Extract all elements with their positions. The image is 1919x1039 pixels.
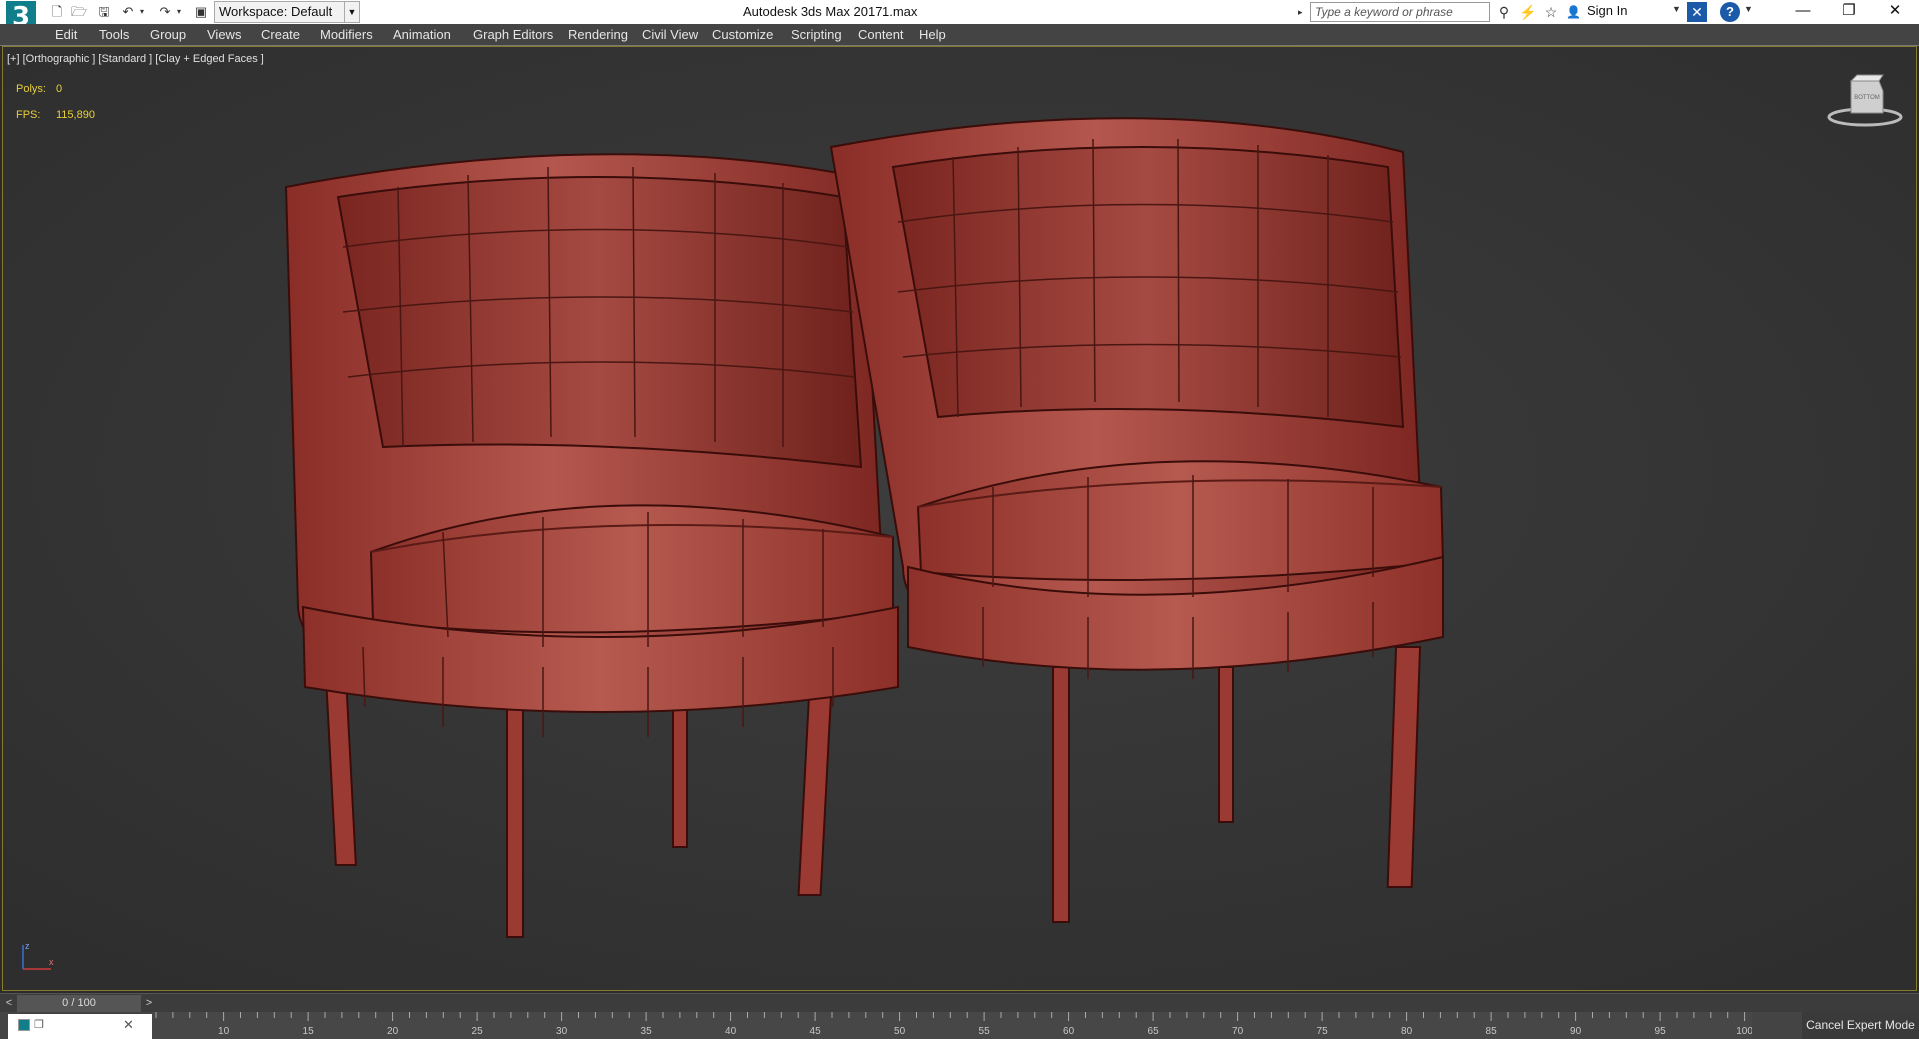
menu-bar: Edit Tools Group Views Create Modifiers …	[0, 24, 1919, 46]
workspace-dropdown[interactable]: Workspace: Default ▼	[214, 1, 360, 23]
ruler-label: 100	[1736, 1026, 1752, 1037]
ruler-label: 80	[1401, 1026, 1413, 1037]
close-mini-icon[interactable]: ✕	[123, 1017, 134, 1033]
app-title: Autodesk 3ds Max 2017	[743, 4, 883, 19]
menu-create[interactable]: Create	[261, 27, 300, 42]
time-slider-next-button[interactable]: >	[142, 995, 156, 1012]
ruler-label: 25	[472, 1026, 484, 1037]
ruler-label: 20	[387, 1026, 399, 1037]
user-icon: 👤	[1566, 5, 1581, 19]
ruler-label: 90	[1570, 1026, 1582, 1037]
timeline-ruler[interactable]: 10 15 20 25 30 35 40 45 50 55 60 65 70 75 80 85 90 95 100	[152, 1012, 1752, 1039]
undo-icon[interactable]: ↶	[119, 3, 137, 21]
polys-value: 0	[56, 83, 63, 95]
ruler-label: 35	[641, 1026, 653, 1037]
axis-z-label: z	[25, 941, 30, 951]
ruler-label: 10	[218, 1026, 230, 1037]
project-folder-icon[interactable]: ▣	[192, 3, 210, 21]
menu-graph-editors[interactable]: Graph Editors	[473, 27, 553, 42]
ruler-label: 30	[556, 1026, 568, 1037]
ruler-label: 85	[1486, 1026, 1498, 1037]
search-expand-icon[interactable]: ▸	[1298, 2, 1308, 22]
ruler-label: 50	[894, 1026, 906, 1037]
time-slider-prev-button[interactable]: <	[2, 995, 16, 1012]
ruler-label: 60	[1063, 1026, 1075, 1037]
redo-dropdown-icon[interactable]: ▾	[174, 3, 184, 21]
menu-content[interactable]: Content	[858, 27, 904, 42]
fps-value: 115,890	[56, 109, 95, 121]
fps-label: FPS:	[16, 109, 41, 121]
viewcube-icon[interactable]: BOTTOM	[1825, 69, 1905, 129]
ruler-label: 65	[1148, 1026, 1160, 1037]
minimize-icon[interactable]: —	[1780, 0, 1826, 24]
menu-animation[interactable]: Animation	[393, 27, 451, 42]
ruler-label: 70	[1232, 1026, 1244, 1037]
polys-label: Polys:	[16, 83, 46, 95]
chair-right-backrest	[891, 146, 1405, 429]
save-icon[interactable]: 🖫	[95, 3, 113, 21]
binoculars-icon[interactable]: ⚲	[1494, 2, 1514, 22]
ruler-label: 55	[979, 1026, 991, 1037]
new-file-icon[interactable]: 🗋	[48, 3, 66, 21]
menu-tools[interactable]: Tools	[99, 27, 129, 42]
undo-dropdown-icon[interactable]: ▾	[137, 3, 147, 21]
menu-scripting[interactable]: Scripting	[791, 27, 842, 42]
file-name: 1.max	[882, 4, 918, 19]
3ds-max-window: 3 🗋 🗁 🖫 ↶ ▾ ↷ ▾ ▣ Workspace: Default ▼ ▼…	[0, 0, 1919, 1039]
menu-civil-view[interactable]: Civil View	[642, 27, 698, 42]
quick-access-more-icon[interactable]: ▼	[344, 1, 360, 23]
restore-icon[interactable]: ❐	[1826, 0, 1872, 24]
redo-icon[interactable]: ↷	[156, 3, 174, 21]
help-icon[interactable]: ?	[1720, 2, 1740, 22]
menu-group[interactable]: Group	[150, 27, 186, 42]
sign-in-dropdown-icon[interactable]: ▼	[1672, 4, 1681, 14]
chair-left-leg	[672, 696, 688, 848]
axis-tripod-icon: z x	[22, 941, 54, 970]
favorites-star-icon[interactable]: ☆	[1541, 2, 1561, 22]
chair-models-scene[interactable]	[3, 47, 1916, 990]
help-dropdown-icon[interactable]: ▼	[1744, 4, 1753, 14]
menu-rendering[interactable]: Rendering	[568, 27, 628, 42]
viewcube-face-label: BOTTOM	[1854, 95, 1880, 101]
menu-edit[interactable]: Edit	[55, 27, 77, 42]
workspace-label: Workspace: Default	[219, 4, 333, 19]
ruler-label: 40	[725, 1026, 737, 1037]
chair-right-leg	[1218, 666, 1234, 823]
ruler-label: 45	[810, 1026, 822, 1037]
title-bar: 3 🗋 🗁 🖫 ↶ ▾ ↷ ▾ ▣ Workspace: Default ▼ ▼…	[0, 0, 1919, 39]
minimized-window-thumb[interactable]: ❐ ✕	[8, 1014, 152, 1039]
close-icon[interactable]: ✕	[1872, 0, 1918, 24]
menu-modifiers[interactable]: Modifiers	[320, 27, 373, 42]
menu-help[interactable]: Help	[919, 27, 946, 42]
chair-right-leg	[1052, 666, 1070, 923]
ruler-label: 75	[1317, 1026, 1329, 1037]
time-slider[interactable]: < 0 / 100 >	[0, 993, 1919, 1012]
menu-views[interactable]: Views	[207, 27, 241, 42]
bottom-bar: ❐ ✕ 10 15 20 25 30 35 40 45 50 55 60 65 70 75 80 85 90 95…	[0, 1012, 1919, 1039]
ruler-label: 15	[303, 1026, 315, 1037]
perspective-viewport[interactable]: [+] [Orthographic ] [Standard ] [Clay + …	[2, 46, 1917, 991]
menu-customize[interactable]: Customize	[712, 27, 773, 42]
communication-center-icon[interactable]: ⚡	[1518, 2, 1538, 22]
ruler-label: 95	[1655, 1026, 1667, 1037]
restore-mini-icon[interactable]: ❐	[34, 1018, 44, 1031]
app-mini-icon	[18, 1019, 30, 1031]
axis-x-label: x	[49, 957, 54, 967]
chair-left-leg	[506, 706, 524, 938]
viewport-label[interactable]: [+] [Orthographic ] [Standard ] [Clay + …	[7, 53, 264, 65]
search-input[interactable]	[1310, 2, 1490, 22]
time-slider-thumb[interactable]: 0 / 100	[17, 995, 141, 1012]
cancel-expert-mode-button[interactable]: Cancel Expert Mode	[1802, 1012, 1919, 1039]
open-file-icon[interactable]: 🗁	[70, 3, 88, 21]
sign-in-button[interactable]: Sign In	[1587, 3, 1627, 18]
autodesk-exchange-icon[interactable]: ✕	[1687, 2, 1707, 22]
